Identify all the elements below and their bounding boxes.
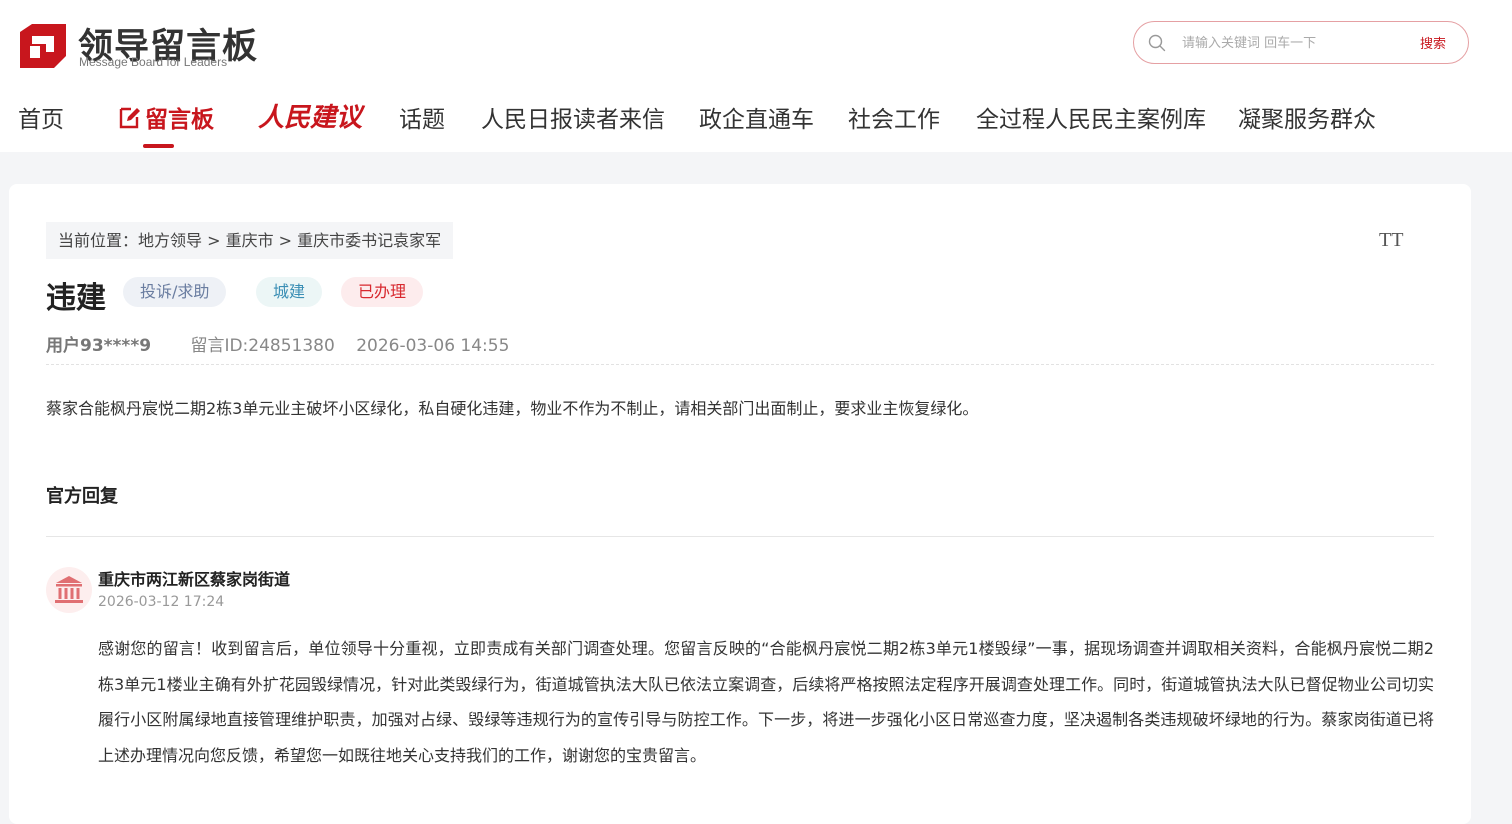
reply-time: 2026-03-12 17:24	[98, 594, 225, 610]
nav-readers-letters[interactable]: 人民日报读者来信	[481, 100, 665, 134]
reply-organization: 重庆市两江新区蔡家岗街道	[98, 570, 291, 589]
main-nav: 首页 留言板 人民建议 话题 人民日报读者来信 政企直通车 社会工作 全过程人民…	[0, 97, 1512, 148]
search-button[interactable]: 搜索	[1420, 33, 1446, 52]
search-icon	[1148, 34, 1166, 52]
reply-avatar	[46, 567, 92, 613]
nav-message-board[interactable]: 留言板	[117, 100, 214, 148]
government-building-icon	[55, 576, 83, 603]
nav-enterprise-express[interactable]: 政企直通车	[699, 100, 814, 134]
reply-text: 感谢您的留言！收到留言后，单位领导十分重视，立即责成有关部门调查处理。您留言反映…	[98, 639, 1434, 765]
site-header: 领导留言板 Message Board for Leaders 搜索 首页 留言…	[0, 0, 1512, 152]
site-logo[interactable]: 领导留言板 Message Board for Leaders	[18, 20, 258, 72]
edit-icon	[119, 107, 140, 129]
message-title: 违建	[46, 281, 106, 316]
breadcrumb[interactable]: 当前位置：地方领导 > 重庆市 > 重庆市委书记袁家军	[46, 222, 454, 259]
search-input[interactable]	[1182, 32, 1402, 54]
official-reply-heading: 官方回复	[46, 486, 118, 507]
logo-mark-icon	[20, 24, 66, 68]
message-time: 2026-03-06 14:55	[356, 336, 510, 356]
nav-message-board-label: 留言板	[145, 107, 214, 133]
message-meta: 用户93****9 留言ID:24851380 2026-03-06 14:55	[46, 331, 509, 356]
nav-social-work[interactable]: 社会工作	[848, 100, 940, 134]
nav-home[interactable]: 首页	[18, 100, 64, 134]
tag-status: 已办理	[341, 277, 424, 307]
font-size-icon-label: TT	[1379, 229, 1404, 251]
nav-topics[interactable]: 话题	[399, 100, 445, 134]
message-detail-card: 当前位置：地方领导 > 重庆市 > 重庆市委书记袁家军 TT 违建 投诉/求助 …	[9, 184, 1471, 824]
message-content: 蔡家合能枫丹宸悦二期2栋3单元业主破坏小区绿化，私自硬化违建，物业不作为不制止，…	[46, 399, 979, 418]
tag-type: 投诉/求助	[123, 277, 227, 307]
message-user: 用户93****9	[46, 336, 152, 356]
tag-category: 城建	[256, 277, 323, 307]
logo-subtitle: Message Board for Leaders	[79, 55, 228, 69]
nav-people-suggestion[interactable]: 人民建议	[258, 97, 362, 134]
font-size-icon[interactable]: TT	[1379, 229, 1403, 252]
meta-divider	[46, 364, 1434, 365]
search-box: 搜索	[1133, 21, 1469, 64]
nav-democracy-cases[interactable]: 全过程人民民主案例库	[976, 100, 1206, 134]
reply-divider	[46, 536, 1434, 537]
message-id: 留言ID:24851380	[190, 336, 335, 356]
nav-serve-masses[interactable]: 凝聚服务群众	[1238, 100, 1376, 134]
